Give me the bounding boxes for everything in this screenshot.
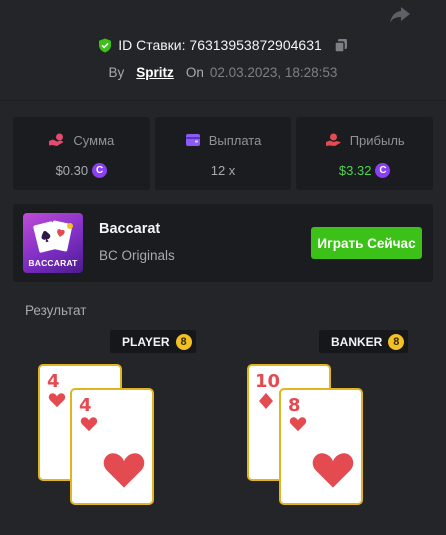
copy-icon[interactable] bbox=[334, 38, 348, 53]
stat-profit: Прибыль $3.32 C bbox=[296, 117, 434, 190]
game-subtitle: BC Originals bbox=[99, 248, 175, 263]
username-link[interactable]: Spritz bbox=[136, 65, 174, 80]
banker-hand-label: BANKER 8 bbox=[319, 330, 409, 353]
hand-coin-icon bbox=[49, 133, 64, 146]
heart-icon bbox=[289, 417, 307, 432]
banker-card-2: 8 bbox=[279, 388, 363, 505]
play-now-button[interactable]: Играть Сейчас bbox=[311, 227, 422, 259]
share-button[interactable] bbox=[388, 4, 412, 26]
divider bbox=[0, 100, 446, 101]
stat-payout-label: Выплата bbox=[208, 132, 262, 148]
on-label: On bbox=[185, 64, 204, 80]
coin-icon: C bbox=[92, 162, 108, 178]
heart-icon bbox=[48, 393, 66, 408]
bet-stats: Сумма $0.30 C Выплата 12 x Прибыль $3.32… bbox=[13, 117, 434, 190]
banker-label: BANKER bbox=[331, 334, 383, 349]
diamond-icon bbox=[259, 393, 273, 409]
shield-check-icon bbox=[99, 38, 112, 52]
stat-amount-label: Сумма bbox=[73, 132, 115, 148]
card-rank: 4 bbox=[79, 395, 92, 416]
player-hand-label: PLAYER 8 bbox=[110, 330, 196, 353]
game-title: Baccarat bbox=[99, 221, 161, 237]
by-label: By bbox=[108, 64, 125, 80]
profit-hand-icon bbox=[325, 133, 341, 146]
stat-profit-value: $3.32 bbox=[338, 162, 372, 178]
player-label: PLAYER bbox=[122, 334, 170, 349]
player-card-2: 4 bbox=[70, 388, 154, 505]
stat-payout: Выплата 12 x bbox=[154, 117, 292, 190]
result-label: Результат bbox=[25, 303, 87, 318]
stat-amount: Сумма $0.30 C bbox=[13, 117, 150, 190]
stat-amount-value: $0.30 bbox=[55, 162, 89, 178]
card-rank: 4 bbox=[47, 371, 60, 392]
bet-meta-row: By Spritz On 02.03.2023, 18:28:53 bbox=[0, 63, 446, 81]
wallet-icon bbox=[185, 134, 200, 146]
stat-payout-value: 12 x bbox=[210, 162, 236, 178]
bet-id-text: ID Ставки: 76313953872904631 bbox=[118, 37, 322, 53]
heart-large-icon bbox=[103, 453, 145, 488]
card-rank: 8 bbox=[288, 395, 301, 416]
heart-icon bbox=[80, 417, 98, 432]
thumb-label: BACCARAT bbox=[28, 258, 78, 268]
game-card: BACCARAT Baccarat BC Originals Играть Се… bbox=[13, 204, 433, 282]
stat-profit-label: Прибыль bbox=[349, 132, 405, 148]
card-rank: 10 bbox=[255, 371, 281, 392]
heart-large-icon bbox=[312, 453, 354, 488]
bet-date: 02.03.2023, 18:28:53 bbox=[209, 64, 338, 80]
player-score-badge: 8 bbox=[175, 333, 192, 350]
bet-id-row: ID Ставки: 76313953872904631 bbox=[0, 36, 446, 54]
share-arrow-icon bbox=[390, 7, 410, 23]
coin-icon: C bbox=[375, 162, 391, 178]
game-thumbnail[interactable]: BACCARAT bbox=[23, 213, 83, 273]
banker-score-badge: 8 bbox=[388, 333, 405, 350]
